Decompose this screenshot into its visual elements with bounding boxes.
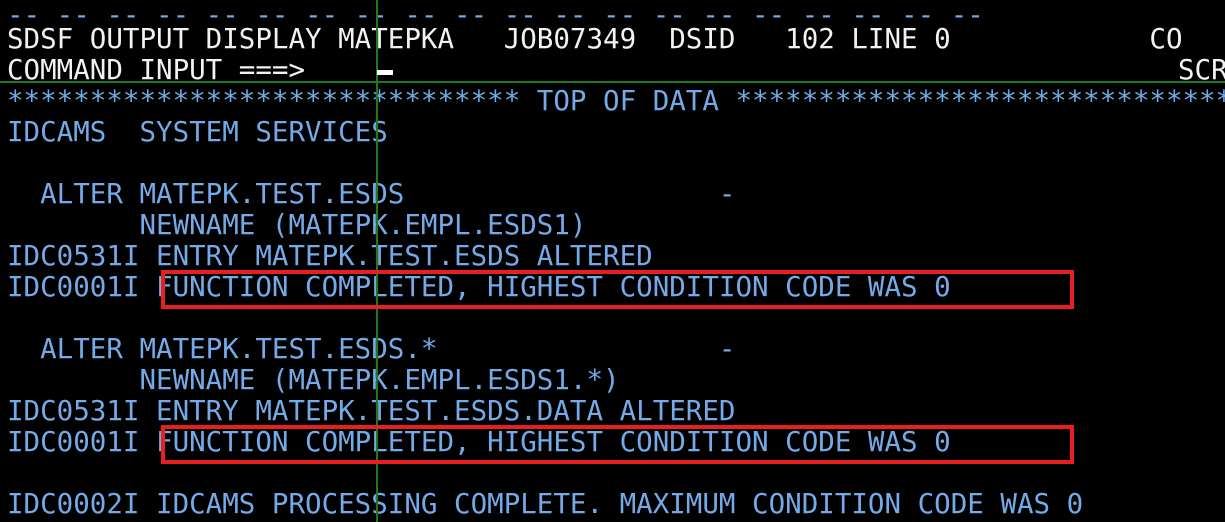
output-line-newname-esds1-wildcard: NEWNAME (MATEPK.EMPL.ESDS1.*) (7, 364, 620, 396)
top-of-data-line: ******************************* TOP OF D… (7, 85, 1225, 117)
output-line-idc0001i-1: IDC0001I FUNCTION COMPLETED, HIGHEST CON… (7, 271, 951, 303)
crosshair-horizontal-rule (0, 81, 1225, 83)
output-line-idc0001i-2: IDC0001I FUNCTION COMPLETED, HIGHEST CON… (7, 426, 951, 458)
output-line-idc0531i-2: IDC0531I ENTRY MATEPK.TEST.ESDS.DATA ALT… (7, 395, 736, 427)
crosshair-vertical-rule (376, 0, 378, 522)
output-line-newname-esds1: NEWNAME (MATEPK.EMPL.ESDS1) (7, 209, 587, 241)
panel-title-line: SDSF OUTPUT DISPLAY MATEPKA JOB07349 DSI… (7, 23, 1183, 55)
output-line-idcams-header: IDCAMS SYSTEM SERVICES (7, 116, 388, 148)
output-line-alter-esds-wildcard: ALTER MATEPK.TEST.ESDS.* - (7, 333, 736, 365)
command-input-cursor (377, 70, 393, 75)
terminal-text-area: -- -- -- -- -- -- -- -- -- -- -- -- -- -… (0, 0, 1225, 522)
output-line-idc0002i: IDC0002I IDCAMS PROCESSING COMPLETE. MAX… (7, 488, 1084, 520)
output-line-alter-esds: ALTER MATEPK.TEST.ESDS - (7, 178, 736, 210)
output-line-idc0531i-1: IDC0531I ENTRY MATEPK.TEST.ESDS ALTERED (7, 240, 653, 272)
terminal-screen: -- -- -- -- -- -- -- -- -- -- -- -- -- -… (0, 0, 1225, 522)
